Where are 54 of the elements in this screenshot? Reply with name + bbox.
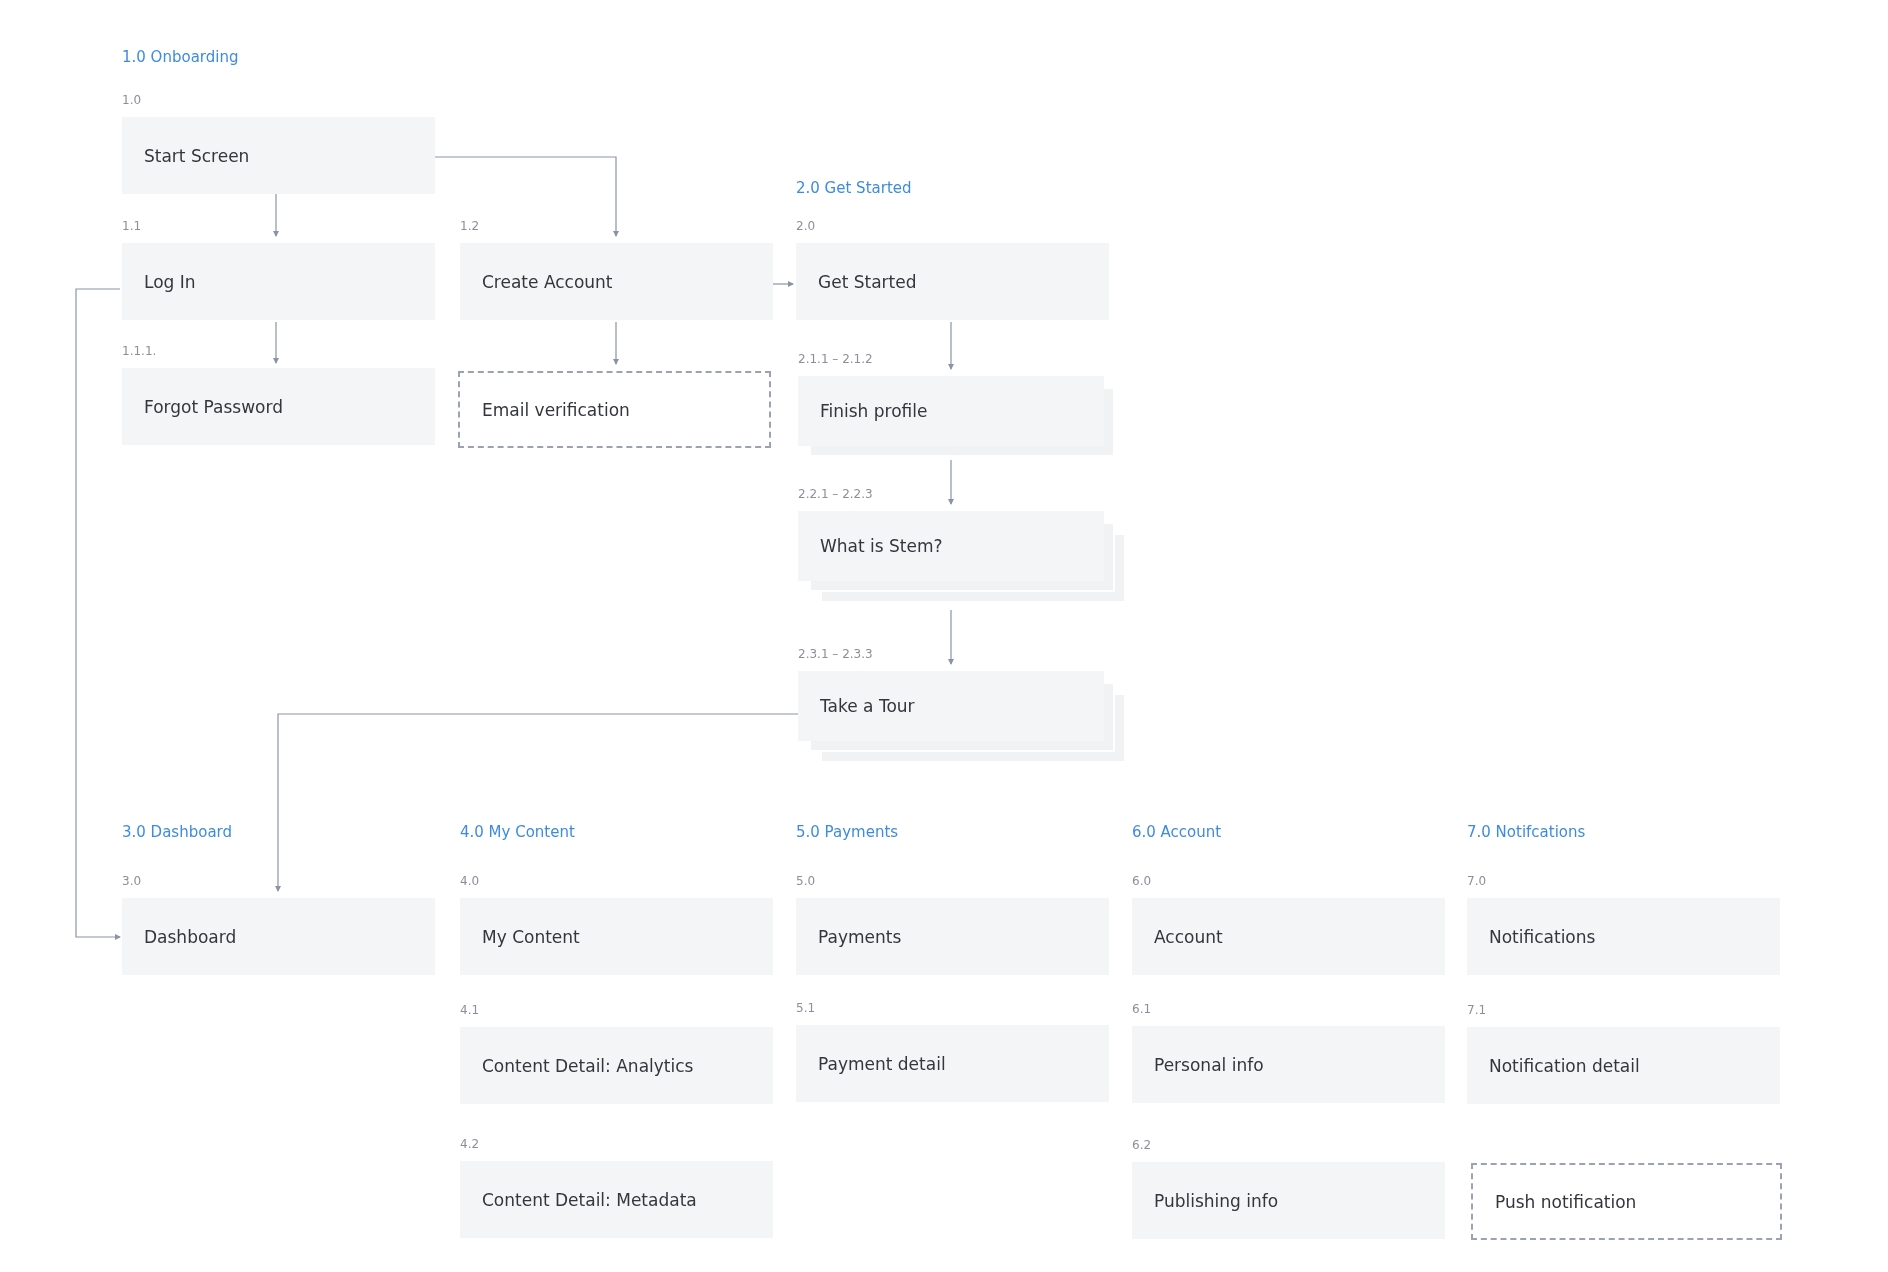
screen-card[interactable]: Content Detail: Metadata: [460, 1161, 773, 1238]
screen-card[interactable]: Personal info: [1132, 1026, 1445, 1103]
screen-card[interactable]: Start Screen: [122, 117, 435, 194]
screen-number: 7.1: [1467, 1003, 1487, 1017]
screen-card[interactable]: Create Account: [460, 243, 773, 320]
screen-number: 6.0: [1132, 874, 1152, 888]
section-title: 7.0 Notifcations: [1467, 823, 1586, 841]
screen-card[interactable]: Payment detail: [796, 1025, 1109, 1102]
screen-card[interactable]: Push notification: [1471, 1163, 1782, 1240]
screen-card[interactable]: My Content: [460, 898, 773, 975]
connector-arrow: [948, 321, 954, 370]
section-title: 5.0 Payments: [796, 823, 899, 841]
section-title: 6.0 Account: [1132, 823, 1222, 841]
screen-number: 3.0: [122, 874, 142, 888]
screen-number: 4.0: [460, 874, 480, 888]
connector-arrow: [948, 609, 954, 665]
screen-number: 4.2: [460, 1137, 480, 1151]
screen-card[interactable]: Account: [1132, 898, 1445, 975]
connector-arrow: [273, 193, 279, 237]
connector-arrow: [772, 281, 794, 287]
screen-number: 5.0: [796, 874, 816, 888]
screen-card[interactable]: Forgot Password: [122, 368, 435, 445]
section-title: 4.0 My Content: [460, 823, 575, 841]
screen-card[interactable]: Dashboard: [122, 898, 435, 975]
screen-card[interactable]: What is Stem?: [798, 511, 1104, 581]
screen-card[interactable]: Finish profile: [798, 376, 1104, 446]
section-title: 1.0 Onboarding: [122, 48, 239, 66]
connector-arrow: [948, 459, 954, 505]
screen-number: 1.0: [122, 93, 142, 107]
screen-number: 1.1: [122, 219, 142, 233]
connector-arrow: [273, 321, 279, 364]
screen-card[interactable]: Email verification: [458, 371, 771, 448]
screen-card[interactable]: Payments: [796, 898, 1109, 975]
screen-card[interactable]: Content Detail: Analytics: [460, 1027, 773, 1104]
screen-card[interactable]: Publishing info: [1132, 1162, 1445, 1239]
screen-number: 2.0: [796, 219, 816, 233]
screen-number: 1.2: [460, 219, 480, 233]
section-title: 2.0 Get Started: [796, 179, 912, 197]
connector-arrow: [613, 321, 619, 365]
screen-card[interactable]: Get Started: [796, 243, 1109, 320]
screen-number: 2.2.1 – 2.2.3: [798, 487, 873, 501]
screen-number: 6.1: [1132, 1002, 1152, 1016]
screen-number: 2.1.1 – 2.1.2: [798, 352, 873, 366]
screen-number: 7.0: [1467, 874, 1487, 888]
section-title: 3.0 Dashboard: [122, 823, 232, 841]
screen-number: 2.3.1 – 2.3.3: [798, 647, 873, 661]
screen-number: 1.1.1.: [122, 344, 157, 358]
screen-number: 6.2: [1132, 1138, 1152, 1152]
screen-card[interactable]: Notification detail: [1467, 1027, 1780, 1104]
screen-card[interactable]: Log In: [122, 243, 435, 320]
screen-number: 4.1: [460, 1003, 480, 1017]
screen-number: 5.1: [796, 1001, 816, 1015]
screen-card[interactable]: Notifications: [1467, 898, 1780, 975]
screen-card[interactable]: Take a Tour: [798, 671, 1104, 741]
